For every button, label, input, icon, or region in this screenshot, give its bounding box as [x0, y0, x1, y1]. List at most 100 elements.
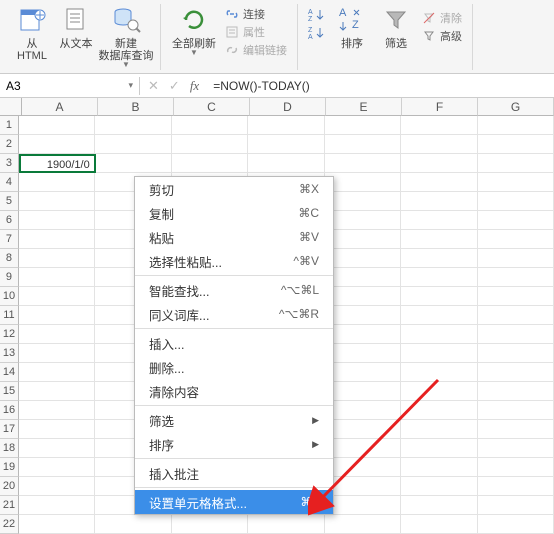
- cell-B2[interactable]: [95, 135, 171, 154]
- cell-F21[interactable]: [401, 496, 477, 515]
- cell-A2[interactable]: [19, 135, 95, 154]
- connections-button[interactable]: 连接: [225, 6, 287, 22]
- column-header[interactable]: F: [402, 98, 478, 116]
- cell-D1[interactable]: [248, 116, 324, 135]
- cell-F18[interactable]: [401, 439, 477, 458]
- cell-E6[interactable]: [325, 211, 401, 230]
- properties-button[interactable]: 属性: [225, 24, 287, 40]
- menu-item[interactable]: 设置单元格格式...⌘1: [135, 490, 333, 514]
- cell-E11[interactable]: [325, 306, 401, 325]
- cell-F20[interactable]: [401, 477, 477, 496]
- cell-E9[interactable]: [325, 268, 401, 287]
- cell-F8[interactable]: [401, 249, 477, 268]
- cell-E8[interactable]: [325, 249, 401, 268]
- row-header[interactable]: 2: [0, 135, 19, 154]
- cell-F10[interactable]: [401, 287, 477, 306]
- menu-item[interactable]: 排序: [135, 432, 333, 456]
- filter-button[interactable]: 筛选: [374, 4, 418, 50]
- menu-item[interactable]: 复制⌘C: [135, 201, 333, 225]
- cell-A11[interactable]: [19, 306, 95, 325]
- cell-E14[interactable]: [325, 363, 401, 382]
- cell-F15[interactable]: [401, 382, 477, 401]
- cell-E12[interactable]: [325, 325, 401, 344]
- cell-E20[interactable]: [325, 477, 401, 496]
- sort-asc-button[interactable]: AZ: [308, 8, 326, 22]
- cell-G3[interactable]: [478, 154, 554, 173]
- row-header[interactable]: 19: [0, 458, 19, 477]
- cell-E3[interactable]: [325, 154, 401, 173]
- cell-E21[interactable]: [325, 496, 401, 515]
- cell-F19[interactable]: [401, 458, 477, 477]
- cell-D22[interactable]: [248, 515, 324, 534]
- cell-A8[interactable]: [19, 249, 95, 268]
- cell-C22[interactable]: [172, 515, 248, 534]
- cell-E5[interactable]: [325, 192, 401, 211]
- cell-F3[interactable]: [401, 154, 477, 173]
- cell-F6[interactable]: [401, 211, 477, 230]
- cell-G14[interactable]: [478, 363, 554, 382]
- cell-A7[interactable]: [19, 230, 95, 249]
- select-all-corner[interactable]: [0, 98, 22, 116]
- cell-G17[interactable]: [478, 420, 554, 439]
- row-header[interactable]: 20: [0, 477, 19, 496]
- advanced-filter-button[interactable]: 高级: [422, 28, 462, 44]
- cell-D3[interactable]: [248, 154, 324, 173]
- from-html-button[interactable]: 从 HTML: [10, 4, 54, 69]
- row-header[interactable]: 22: [0, 515, 19, 534]
- cell-A9[interactable]: [19, 268, 95, 287]
- cell-B22[interactable]: [95, 515, 171, 534]
- cell-G5[interactable]: [478, 192, 554, 211]
- row-header[interactable]: 17: [0, 420, 19, 439]
- cell-A4[interactable]: [19, 173, 95, 192]
- menu-item[interactable]: 插入批注: [135, 461, 333, 485]
- menu-item[interactable]: 清除内容: [135, 379, 333, 403]
- formula-input[interactable]: =NOW()-TODAY(): [207, 79, 310, 93]
- cell-G10[interactable]: [478, 287, 554, 306]
- menu-item[interactable]: 同义词库...^⌥⌘R: [135, 302, 333, 326]
- row-header[interactable]: 16: [0, 401, 19, 420]
- cell-A12[interactable]: [19, 325, 95, 344]
- row-header[interactable]: 14: [0, 363, 19, 382]
- column-header[interactable]: C: [174, 98, 250, 116]
- cell-E22[interactable]: [325, 515, 401, 534]
- column-header[interactable]: E: [326, 98, 402, 116]
- cell-E18[interactable]: [325, 439, 401, 458]
- cell-G6[interactable]: [478, 211, 554, 230]
- cell-E19[interactable]: [325, 458, 401, 477]
- cell-G7[interactable]: [478, 230, 554, 249]
- cell-E1[interactable]: [325, 116, 401, 135]
- cell-F12[interactable]: [401, 325, 477, 344]
- cell-G15[interactable]: [478, 382, 554, 401]
- cell-F5[interactable]: [401, 192, 477, 211]
- row-header[interactable]: 7: [0, 230, 19, 249]
- clear-filter-button[interactable]: 清除: [422, 10, 462, 26]
- cell-A14[interactable]: [19, 363, 95, 382]
- menu-item[interactable]: 智能查找...^⌥⌘L: [135, 278, 333, 302]
- cell-A5[interactable]: [19, 192, 95, 211]
- cell-D2[interactable]: [248, 135, 324, 154]
- cell-G4[interactable]: [478, 173, 554, 192]
- menu-item[interactable]: 插入...: [135, 331, 333, 355]
- name-box[interactable]: A3 ▾: [0, 77, 140, 95]
- cell-G22[interactable]: [478, 515, 554, 534]
- cell-F11[interactable]: [401, 306, 477, 325]
- cell-A3[interactable]: 1900/1/0: [19, 154, 96, 173]
- row-header[interactable]: 9: [0, 268, 19, 287]
- cell-E10[interactable]: [325, 287, 401, 306]
- cell-G11[interactable]: [478, 306, 554, 325]
- cell-A17[interactable]: [19, 420, 95, 439]
- cell-E4[interactable]: [325, 173, 401, 192]
- row-header[interactable]: 5: [0, 192, 19, 211]
- cell-G8[interactable]: [478, 249, 554, 268]
- cell-A18[interactable]: [19, 439, 95, 458]
- row-header[interactable]: 13: [0, 344, 19, 363]
- row-header[interactable]: 1: [0, 116, 19, 135]
- cell-A21[interactable]: [19, 496, 95, 515]
- cell-E16[interactable]: [325, 401, 401, 420]
- refresh-all-button[interactable]: 全部刷新 ▼: [167, 4, 221, 60]
- menu-item[interactable]: 剪切⌘X: [135, 177, 333, 201]
- row-header[interactable]: 11: [0, 306, 19, 325]
- cell-A20[interactable]: [19, 477, 95, 496]
- column-header[interactable]: B: [98, 98, 174, 116]
- cell-E15[interactable]: [325, 382, 401, 401]
